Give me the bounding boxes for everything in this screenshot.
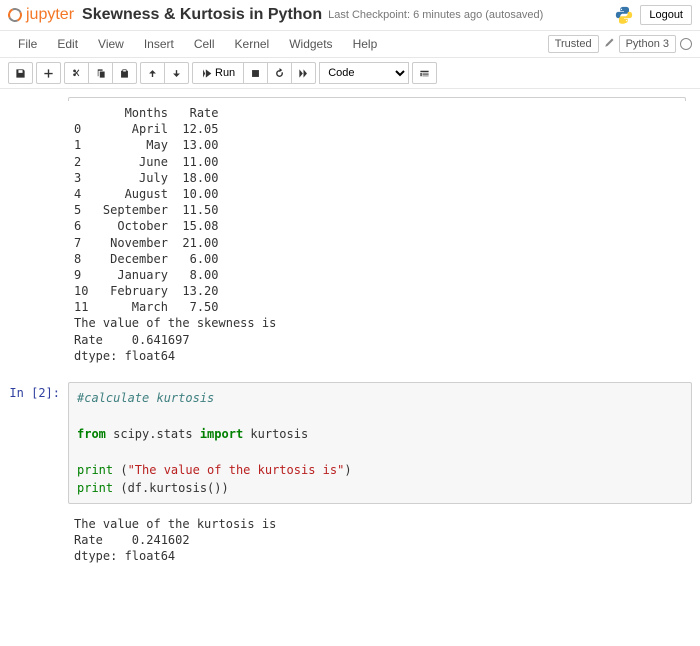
python-logo-icon	[614, 5, 634, 25]
notebook-title[interactable]: Skewness & Kurtosis in Python	[82, 6, 322, 24]
menu-cell[interactable]: Cell	[184, 31, 225, 57]
save-button[interactable]	[8, 62, 33, 84]
run-button[interactable]: Run	[192, 62, 244, 84]
menu-insert[interactable]: Insert	[134, 31, 184, 57]
menu-kernel[interactable]: Kernel	[225, 31, 280, 57]
move-up-button[interactable]	[140, 62, 165, 84]
interrupt-button[interactable]	[243, 62, 268, 84]
notebook-header: jupyter Skewness & Kurtosis in Python La…	[0, 0, 700, 31]
toolbar: Run Code	[0, 58, 700, 89]
code-input-2[interactable]: #calculate kurtosis from scipy.stats imp…	[68, 382, 692, 504]
menu-help[interactable]: Help	[343, 31, 388, 57]
command-palette-button[interactable]	[412, 62, 437, 84]
move-down-button[interactable]	[164, 62, 189, 84]
cut-button[interactable]	[64, 62, 89, 84]
menu-edit[interactable]: Edit	[47, 31, 88, 57]
logout-button[interactable]: Logout	[640, 5, 692, 25]
menu-widgets[interactable]: Widgets	[279, 31, 342, 57]
paste-button[interactable]	[112, 62, 137, 84]
kernel-name[interactable]: Python 3	[619, 35, 676, 53]
restart-button[interactable]	[267, 62, 292, 84]
output-prompt-2	[4, 512, 68, 569]
checkpoint-status: Last Checkpoint: 6 minutes ago (autosave…	[328, 9, 543, 21]
output-prompt	[4, 101, 68, 368]
copy-button[interactable]	[88, 62, 113, 84]
output-text-1: Months Rate 0 April 12.05 1 May 13.00 2 …	[68, 101, 692, 368]
restart-run-all-button[interactable]	[291, 62, 316, 84]
output-text-2: The value of the kurtosis is Rate 0.2416…	[68, 512, 692, 569]
menubar: File Edit View Insert Cell Kernel Widget…	[0, 31, 700, 58]
jupyter-logo-text: jupyter	[26, 6, 74, 24]
code-cell-2[interactable]: In [2]: #calculate kurtosis from scipy.s…	[4, 382, 692, 504]
jupyter-orbit-icon	[6, 6, 24, 24]
trusted-badge[interactable]: Trusted	[548, 35, 599, 53]
output-cell-2: The value of the kurtosis is Rate 0.2416…	[4, 512, 692, 569]
menu-file[interactable]: File	[8, 31, 47, 57]
run-button-label: Run	[215, 67, 235, 79]
output-cell-1: Months Rate 0 April 12.05 1 May 13.00 2 …	[4, 101, 692, 368]
kernel-status-icon	[680, 38, 692, 50]
celltype-select[interactable]: Code	[319, 62, 409, 84]
notebook-area: Months Rate 0 April 12.05 1 May 13.00 2 …	[0, 89, 700, 579]
menu-view[interactable]: View	[88, 31, 134, 57]
jupyter-logo[interactable]: jupyter	[8, 6, 74, 24]
pencil-icon[interactable]	[603, 37, 615, 52]
input-prompt-2: In [2]:	[4, 382, 68, 504]
add-cell-button[interactable]	[36, 62, 61, 84]
